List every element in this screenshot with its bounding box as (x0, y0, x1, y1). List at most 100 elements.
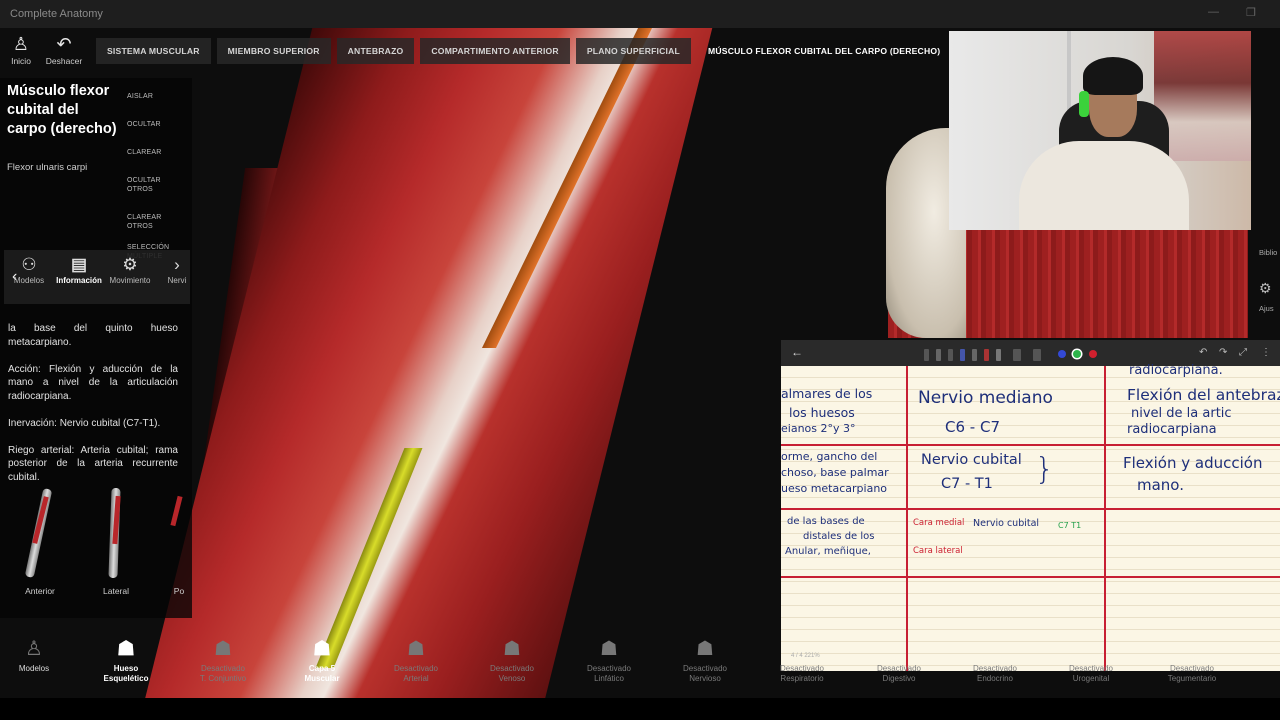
headphones (1079, 91, 1089, 117)
chevron-right-icon: › (174, 255, 180, 274)
tab-informacion[interactable]: ▤ Información (54, 254, 104, 285)
lasso-icon[interactable] (1033, 349, 1041, 361)
title-bar: Complete Anatomy — ❐ (0, 0, 1280, 28)
view-lateral-label: Lateral (103, 586, 129, 596)
info-action: Acción: Flexión y aducción de la mano a … (8, 363, 178, 402)
info-innervation: Inervación: Nervio cubital (C7-T1). (8, 417, 161, 429)
crumb-compartimento-anterior[interactable]: COMPARTIMENTO ANTERIOR (420, 38, 570, 64)
top-left-actions: ♙ Inicio ↶ Deshacer (0, 30, 96, 76)
view-thumbnails: Anterior Lateral Po (0, 487, 192, 608)
person-icon: ♙ (12, 34, 30, 54)
info-text: la base del quinto hueso metacarpiano. A… (8, 322, 178, 498)
note-c2-r3-c: C7 T1 (1058, 521, 1082, 530)
note-c3-r2-a: Flexión y aducción (1123, 454, 1263, 472)
view-posterior-label: Po (173, 586, 185, 596)
tab-movimiento-label: Movimiento (109, 276, 151, 285)
book-icon: ▤ (70, 255, 88, 274)
webcam-overlay (949, 31, 1251, 230)
color-blue[interactable] (1058, 350, 1066, 358)
systems-toolbar: ♙ Modelos ☗ Hueso Esquelético ☗ Desactiv… (0, 630, 1280, 698)
home-button[interactable]: ♙ Inicio (6, 32, 36, 66)
muscle-icon: ☗ (313, 638, 331, 660)
settings-icon[interactable]: ⚙ (1259, 280, 1272, 297)
library-label[interactable]: Biblio (1259, 248, 1277, 257)
note-c3-r1-c: radiocarpiana (1127, 422, 1217, 437)
red-pen-icon[interactable] (984, 349, 989, 361)
marker-icon[interactable] (960, 349, 965, 361)
pen-tool-icon[interactable] (924, 349, 929, 361)
tab-modelos[interactable]: ⚇ Modelos (12, 254, 46, 285)
system-muscular[interactable]: ☗ Capa 5 Muscular (296, 634, 348, 683)
muscle-forearm[interactable] (142, 28, 718, 698)
note-c2-r3-b: Nervio cubital (973, 518, 1040, 529)
back-arrow-icon[interactable]: ← (791, 345, 803, 359)
system-digestivo[interactable]: ☗ Desactivado Digestivo (870, 634, 928, 683)
maximize-icon[interactable]: ❐ (1246, 6, 1256, 19)
note-c3-r1-b: nivel de la artic (1131, 406, 1232, 421)
movement-icon: ⚙ (122, 255, 138, 274)
pencil-tool-icon[interactable] (936, 349, 941, 361)
app-title: Complete Anatomy (10, 8, 103, 20)
notes-page[interactable]: radiocarpiana. almares de los los huesos… (781, 363, 1280, 671)
isolate-button[interactable]: AISLAR (127, 92, 187, 101)
nerve-icon: ☗ (696, 638, 714, 660)
tab-nervios[interactable]: › Nervi (164, 254, 190, 285)
crumb-plano-superficial[interactable]: PLANO SUPERFICIAL (575, 38, 691, 64)
redo-icon[interactable]: ↷ (1219, 347, 1227, 358)
view-anterior-label: Anterior (25, 586, 55, 596)
note-c3-r0: radiocarpiana. (1129, 363, 1223, 378)
system-esqueletico[interactable]: ☗ Hueso Esquelético (100, 634, 152, 683)
fade-button[interactable]: CLAREAR (127, 148, 187, 157)
view-anterior[interactable]: Anterior (20, 488, 60, 596)
system-endocrino[interactable]: ☗ Desactivado Endocrino (966, 634, 1024, 683)
note-c1-r1-b: los huesos (789, 405, 855, 420)
more-icon[interactable]: ⋮ (1261, 347, 1271, 358)
settings-label[interactable]: Ajus (1259, 304, 1274, 313)
system-conjuntivo[interactable]: ☗ Desactivado T. Conjuntivo (192, 634, 254, 683)
tab-informacion-label: Información (56, 276, 102, 285)
lateral-thumbnail (96, 487, 136, 580)
crumb-sistema-muscular[interactable]: SISTEMA MUSCULAR (96, 38, 211, 64)
brush-icon[interactable] (972, 349, 977, 361)
expand-icon[interactable]: ⤢ (1239, 347, 1247, 358)
fade-others-button[interactable]: CLAREAR OTROS (127, 213, 187, 231)
system-urogenital[interactable]: ☗ Desactivado Urogenital (1062, 634, 1120, 683)
system-nervioso[interactable]: ☗ Desactivado Nervioso (678, 634, 732, 683)
models-icon: ⚇ (21, 255, 37, 274)
system-linfatico[interactable]: ☗ Desactivado Linfático (582, 634, 636, 683)
undo-button[interactable]: ↶ Deshacer (44, 32, 84, 66)
tab-modelos-label: Modelos (13, 276, 45, 285)
minimize-icon[interactable]: — (1208, 6, 1219, 18)
note-c2-r2-b: C7 - T1 (941, 476, 993, 492)
tab-movimiento[interactable]: ⚙ Movimiento (108, 254, 152, 285)
highlighter-icon[interactable] (996, 349, 1001, 361)
crumb-miembro-superior[interactable]: MIEMBRO SUPERIOR (216, 38, 331, 64)
posterior-thumbnail (168, 488, 190, 580)
undo-icon[interactable]: ↶ (1199, 347, 1207, 358)
hide-button[interactable]: OCULTAR (127, 120, 187, 129)
crumb-antebrazo[interactable]: ANTEBRAZO (336, 38, 415, 64)
note-c3-r1-a: Flexión del antebrazo (1127, 386, 1280, 404)
system-respiratorio[interactable]: ☗ Desactivado Respiratorio (772, 634, 832, 683)
color-green[interactable] (1073, 350, 1081, 358)
system-tegumentario[interactable]: ☗ Desactivado Tegumentario (1160, 634, 1224, 683)
structure-title: Músculo flexor cubital del carpo (derech… (7, 83, 117, 137)
note-c2-r1-a: Nervio mediano (918, 388, 1053, 408)
lymph-icon: ☗ (600, 638, 618, 660)
system-modelos[interactable]: ♙ Modelos (10, 634, 58, 674)
system-arterial[interactable]: ☗ Desactivado Arterial (390, 634, 442, 683)
note-c1-r1-a: almares de los (781, 386, 873, 401)
crumb-current: MÚSCULO FLEXOR CUBITAL DEL CARPO (DERECH… (708, 46, 941, 56)
notes-window: ← ↶ ↷ ⤢ ⋮ radiocarpiana. almares de los … (781, 340, 1280, 671)
hide-others-button[interactable]: OCULTAR OTROS (127, 176, 187, 194)
system-venoso[interactable]: ☗ Desactivado Venoso (486, 634, 538, 683)
note-c2-r1-b: C6 - C7 (945, 418, 1000, 436)
panel-tabs: ‹ ⚇ Modelos ▤ Información ⚙ Movimiento ›… (4, 250, 190, 304)
bottom-strip (0, 698, 1280, 720)
eraser-icon[interactable] (1013, 349, 1021, 361)
color-red[interactable] (1089, 350, 1097, 358)
note-c1-r2-a: orme, gancho del (781, 450, 878, 463)
fountain-pen-icon[interactable] (948, 349, 953, 361)
view-lateral[interactable]: Lateral (96, 487, 136, 596)
view-posterior[interactable]: Po (168, 488, 190, 596)
